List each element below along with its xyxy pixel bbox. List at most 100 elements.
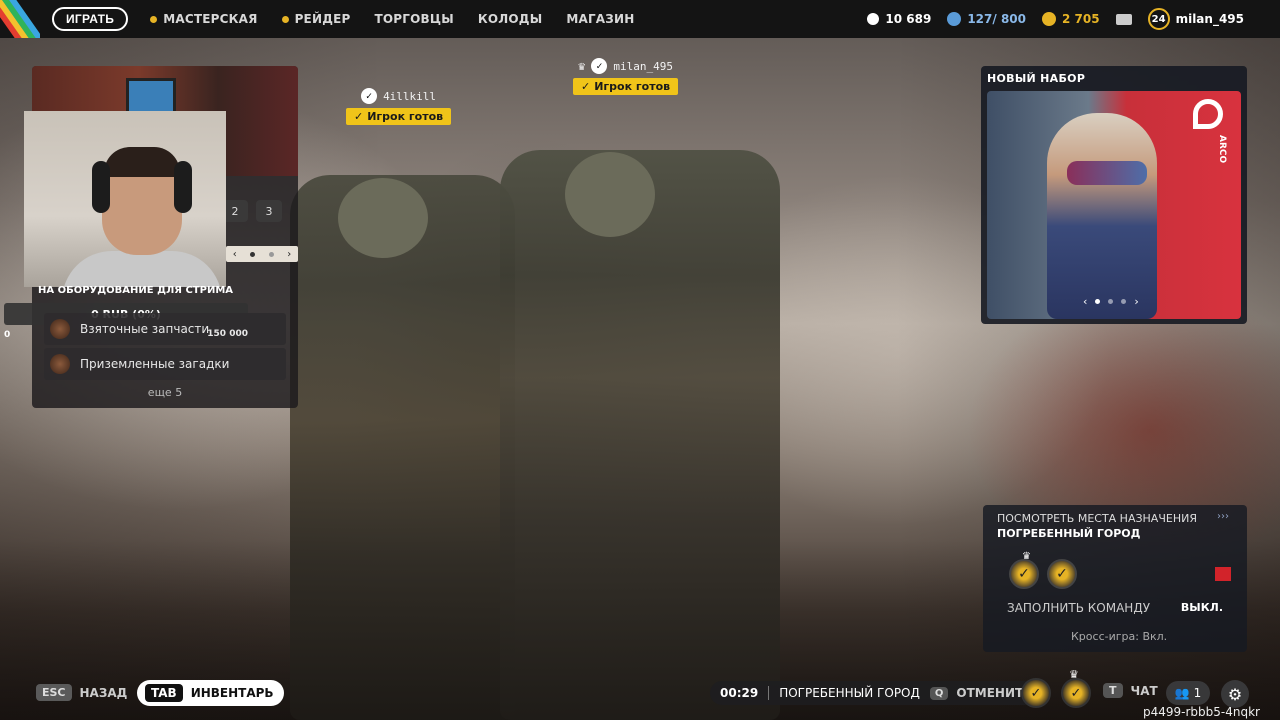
nav-raider[interactable]: РЕЙДЕР (281, 12, 351, 26)
squad-member-avatar[interactable]: ✓ (1047, 559, 1077, 589)
esc-key: ESC (36, 684, 72, 701)
task-value: 150 000 (207, 329, 248, 339)
carousel-dot (1121, 299, 1127, 304)
task-item[interactable]: Приземленные загадки (44, 348, 286, 380)
profile[interactable]: 24 milan_495 (1147, 8, 1244, 30)
tab-key: TAB (145, 684, 183, 702)
task-item[interactable]: Взяточные запчасти 150 000 (44, 313, 286, 345)
friends-button[interactable]: 👥 1 (1166, 681, 1210, 705)
nav-decks[interactable]: КОЛОДЫ (478, 12, 543, 26)
matchmaking-timer: 00:29 (720, 686, 759, 700)
matchmaking-status: 00:29 ПОГРЕБЕННЫЙ ГОРОД Q ОТМЕНИТЬ (710, 681, 1043, 705)
more-tasks-link[interactable]: еще 5 (32, 386, 298, 399)
cred-stat[interactable]: 127/ 800 (947, 12, 1026, 26)
brand-name: ARCO (1217, 135, 1227, 164)
donation-goal-title: НА ОБОРУДОВАНИЕ ДЛЯ СТРИМА (38, 285, 234, 296)
chevron-left-icon[interactable]: ‹ (1083, 295, 1087, 308)
task-label: Взяточные запчасти (80, 322, 210, 336)
q-key: Q (929, 686, 949, 700)
ready-label: Игрок готов (594, 80, 671, 93)
nav-workshop[interactable]: МАСТЕРСКАЯ (150, 12, 257, 26)
bundle-title: НОВЫЙ НАБОР (987, 72, 1086, 85)
carousel-dot (1108, 299, 1114, 304)
coin-icon (867, 13, 880, 25)
mail-icon[interactable] (1115, 13, 1132, 25)
page-3-button[interactable]: 3 (256, 200, 282, 222)
nav-shop-label: МАГАЗИН (566, 12, 635, 26)
back-hint[interactable]: ESC НАЗАД (36, 684, 127, 701)
game-logo-stripe (0, 0, 40, 38)
streamer-webcam (24, 111, 226, 287)
friends-icon: 👥 (1174, 686, 1190, 700)
carousel-mini-nav[interactable]: ‹ › (226, 246, 298, 262)
divider (768, 686, 770, 700)
squad-member-avatar[interactable]: ✓ (1009, 559, 1039, 589)
view-destinations-link[interactable]: ПОСМОТРЕТЬ МЕСТА НАЗНАЧЕНИЯ (997, 512, 1197, 525)
chevron-right-icon[interactable]: › (1134, 295, 1138, 308)
nav-shop[interactable]: МАГАЗИН (566, 12, 634, 26)
destination-city: ПОГРЕБЕННЫЙ ГОРОД (997, 527, 1141, 540)
carousel-dot-active (1095, 299, 1101, 304)
squad-member-avatar[interactable]: ✓ (1061, 678, 1091, 708)
notification-dot-icon (281, 15, 289, 23)
play-button[interactable]: ИГРАТЬ (52, 7, 129, 31)
chevron-left-icon[interactable]: ‹ (233, 249, 237, 260)
friends-count: 1 (1193, 686, 1202, 700)
player-emblem-icon: ✓ (361, 88, 378, 104)
chat-button[interactable]: T ЧАТ (1103, 683, 1158, 698)
coins-stat[interactable]: 10 689 (867, 12, 931, 26)
tv-image (126, 78, 176, 114)
player-name: 4illkill (383, 89, 437, 103)
headphone-right-icon (174, 161, 192, 213)
nav-decks-label: КОЛОДЫ (477, 12, 543, 26)
player-emblem-icon: ✓ (591, 58, 608, 74)
fill-squad-toggle[interactable]: ВЫКЛ. (1181, 601, 1223, 614)
task-icon (50, 354, 70, 374)
crown-icon: ♛ (578, 59, 586, 73)
nav-traders[interactable]: ТОРГОВЦЫ (374, 12, 453, 26)
t-key: T (1103, 683, 1123, 698)
ready-label: Игрок готов (367, 110, 444, 123)
nav-workshop-label: МАСТЕРСКАЯ (163, 12, 258, 26)
squad-member-avatar[interactable]: ✓ (1021, 678, 1051, 708)
arrows-right-icon: ››› (1217, 511, 1229, 522)
raider-character-right (500, 150, 780, 720)
session-id: p4499-rbbb5-4nqkr (1143, 705, 1260, 719)
player-ready-badge: ✓ Игрок готов (573, 78, 679, 95)
bundle-image[interactable]: ARCO ‹ › (987, 91, 1241, 319)
streamer-hair (104, 147, 180, 177)
player-name-row: ♛ ✓ milan_495 (578, 58, 673, 74)
bundle-carousel-nav: ‹ › (1083, 295, 1139, 308)
cred-icon (947, 12, 962, 26)
notification-dot-icon (150, 15, 158, 23)
crossplay-status: Кросс-игра: Вкл. (1071, 630, 1168, 643)
gold-coin-icon (1042, 12, 1056, 26)
back-label: НАЗАД (79, 685, 128, 700)
level-badge: 24 (1147, 8, 1170, 30)
helmet-right (565, 152, 655, 237)
objectives-pagination: 2 3 (222, 200, 282, 222)
cancel-button[interactable]: Q ОТМЕНИТЬ (929, 686, 1032, 700)
fill-squad-label: ЗАПОЛНИТЬ КОМАНДУ (1007, 601, 1151, 615)
profile-username: milan_495 (1175, 12, 1244, 26)
task-icon (50, 319, 70, 339)
goggles-image (1067, 161, 1147, 185)
gold-stat[interactable]: 2 705 (1042, 12, 1100, 26)
currency-stats: 10 689 127/ 800 2 705 24 milan_495 (867, 0, 1244, 38)
inventory-button[interactable]: TAB ИНВЕНТАРЬ (137, 680, 284, 706)
platform-icon (1215, 567, 1231, 581)
gear-icon[interactable]: ⚙ (1221, 680, 1249, 708)
raider-character-left (290, 175, 515, 720)
task-label: Приземленные загадки (80, 357, 230, 371)
brand-logo-icon (1193, 99, 1223, 129)
donation-zero: 0 (4, 330, 11, 340)
player-name: milan_495 (613, 59, 673, 73)
streamer-torso (62, 251, 222, 287)
new-bundle-card[interactable]: НОВЫЙ НАБОР ARCO ‹ › (981, 66, 1247, 324)
cred-value: 127/ 800 (967, 12, 1026, 26)
chat-label: ЧАТ (1130, 683, 1158, 698)
gold-value: 2 705 (1062, 12, 1100, 26)
inventory-label: ИНВЕНТАРЬ (190, 686, 274, 700)
chevron-right-icon[interactable]: › (287, 249, 291, 260)
main-nav: ИГРАТЬ МАСТЕРСКАЯ РЕЙДЕР ТОРГОВЦЫ КОЛОДЫ… (52, 7, 659, 31)
